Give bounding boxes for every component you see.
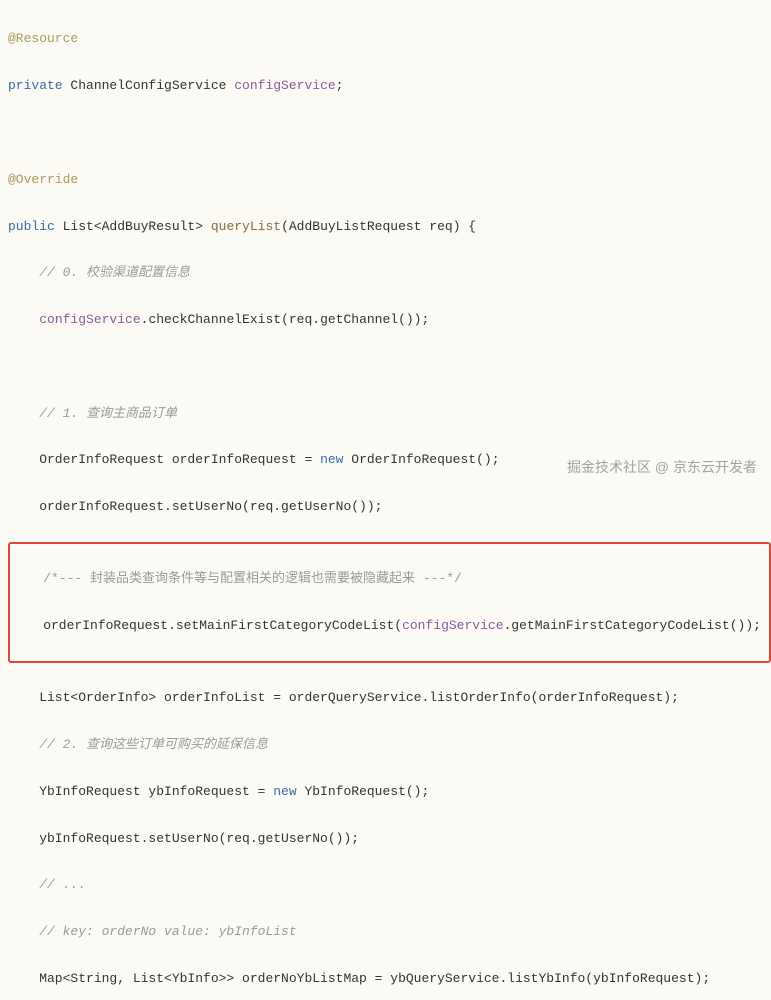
- keyword-private: private: [8, 78, 63, 93]
- annotation-override: @Override: [8, 172, 78, 187]
- blank-line: [8, 355, 771, 378]
- stmt: orderInfoRequest.setMainFirstCategoryCod…: [12, 618, 402, 633]
- code-block: @Resource private ChannelConfigService c…: [0, 0, 771, 1000]
- comment-step1: // 1. 查询主商品订单: [8, 402, 771, 425]
- call: .checkChannelExist(req.getChannel());: [141, 312, 430, 327]
- stmt: Map<String, List<YbInfo>> orderNoYbListM…: [8, 967, 771, 990]
- stmt: ybInfoRequest.setUserNo(req.getUserNo())…: [8, 827, 771, 850]
- method-name: queryList: [211, 219, 281, 234]
- type-name: ChannelConfigService: [63, 78, 235, 93]
- annotation-resource: @Resource: [8, 31, 78, 46]
- stmt: OrderInfoRequest();: [343, 452, 499, 467]
- stmt: List<OrderInfo> orderInfoList = orderQue…: [8, 686, 771, 709]
- comment-step2: // 2. 查询这些订单可购买的延保信息: [8, 733, 771, 756]
- stmt: YbInfoRequest();: [297, 784, 430, 799]
- punct: ;: [336, 78, 344, 93]
- keyword-new: new: [273, 784, 296, 799]
- stmt: orderInfoRequest.setUserNo(req.getUserNo…: [8, 495, 771, 518]
- field-ref: configService: [402, 618, 503, 633]
- highlighted-region: /*--- 封装品类查询条件等与配置相关的逻辑也需要被隐藏起来 ---*/ or…: [8, 542, 771, 663]
- keyword-new: new: [320, 452, 343, 467]
- return-type: List<AddBuyResult>: [55, 219, 211, 234]
- comment-ellipsis: // ...: [8, 873, 771, 896]
- stmt: .getMainFirstCategoryCodeList());: [504, 618, 761, 633]
- blank-line: [8, 121, 771, 144]
- method-params: (AddBuyListRequest req) {: [281, 219, 476, 234]
- field-ref: configService: [39, 312, 140, 327]
- keyword-public: public: [8, 219, 55, 234]
- comment-step0: // 0. 校验渠道配置信息: [8, 261, 771, 284]
- indent: [8, 312, 39, 327]
- comment-kv: // key: orderNo value: ybInfoList: [8, 920, 771, 943]
- stmt: YbInfoRequest ybInfoRequest =: [8, 784, 273, 799]
- stmt: OrderInfoRequest orderInfoRequest =: [8, 452, 320, 467]
- field-name: configService: [234, 78, 335, 93]
- comment-block: /*--- 封装品类查询条件等与配置相关的逻辑也需要被隐藏起来 ---*/: [12, 567, 767, 590]
